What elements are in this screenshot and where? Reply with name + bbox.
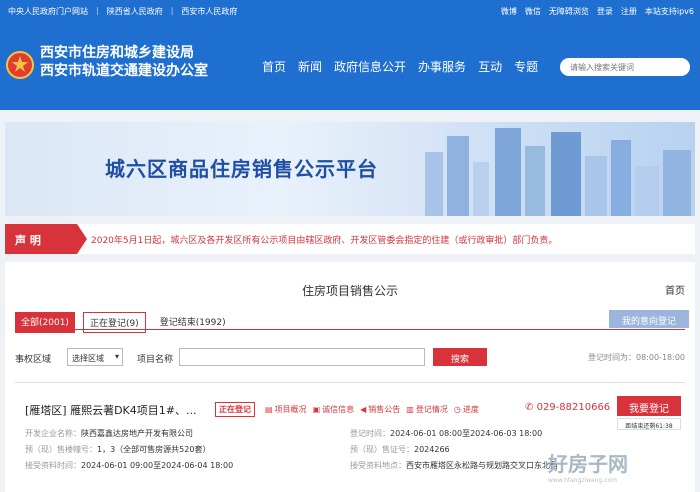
divider bbox=[15, 382, 685, 383]
notice-tag: 声 明 bbox=[5, 224, 87, 254]
registration-hours: 登记时间为：08:00-18:00 bbox=[588, 353, 685, 362]
project-title[interactable]: [雁塔区] 雁熙云著DK4项目1#、... bbox=[25, 402, 196, 418]
platform-banner: 城六区商品住房销售公示平台 bbox=[5, 122, 695, 216]
filter-row: 事权区域 选择区域 项目名称 搜索 登记时间为：08:00-18:00 bbox=[15, 346, 685, 370]
link-accessibility[interactable]: 无障碍浏览 bbox=[549, 6, 589, 17]
accept-time-info: 接受资料时间：2024-06-01 09:00至2024-06-04 18:00 bbox=[25, 461, 234, 470]
notice-text: 2020年5月1日起，城六区及各开发区所有公示项目由辖区政府、开发区管委会指定的… bbox=[91, 236, 558, 246]
progress-link[interactable]: ◷ 进度 bbox=[454, 404, 479, 415]
project-name-input[interactable] bbox=[179, 348, 425, 366]
credit-info-link[interactable]: ▣ 诚信信息 bbox=[313, 404, 355, 415]
watermark-cn: 好房子网 bbox=[548, 452, 628, 476]
presale-cert-info: 预（现）售证号：2024266 bbox=[350, 445, 450, 454]
document-icon: ▤ bbox=[265, 405, 273, 414]
ipv6-note: 本站支持ipv6 bbox=[644, 7, 694, 16]
registration-time-info: 登记时间：2024-06-01 08:00至2024-06-03 18:00 bbox=[350, 429, 543, 438]
top-utility-bar: 中央人民政府门户网站 | 陕西省人民政府 | 西安市人民政府 微博 微信 无障碍… bbox=[0, 0, 700, 22]
nav-interaction[interactable]: 互动 bbox=[478, 58, 502, 75]
nav-topics[interactable]: 专题 bbox=[514, 58, 538, 75]
banner-title: 城六区商品住房销售公示平台 bbox=[105, 157, 378, 181]
district-select[interactable]: 选择区域 bbox=[67, 348, 123, 366]
clock-icon: ◷ bbox=[453, 405, 461, 414]
developer-info: 开发企业名称：陕西嘉鑫达房地产开发有限公司 bbox=[25, 429, 193, 438]
district-label: 事权区域 bbox=[15, 355, 52, 365]
link-xian-gov[interactable]: 西安市人民政府 bbox=[181, 6, 237, 17]
site-watermark: 好房子网 www.hfangziwang.com bbox=[548, 448, 700, 492]
tab-underline bbox=[15, 329, 685, 330]
org-name[interactable]: 西安市住房和城乡建设局 西安市轨道交通建设办公室 bbox=[40, 44, 208, 80]
watermark-en: www.hfangziwang.com bbox=[548, 477, 618, 484]
nav-gov-info[interactable]: 政府信息公开 bbox=[334, 58, 406, 75]
org-name-line2: 西安市轨道交通建设办公室 bbox=[40, 63, 208, 79]
link-central-gov[interactable]: 中央人民政府门户网站 bbox=[8, 6, 88, 17]
separator: | bbox=[170, 6, 174, 15]
link-wechat[interactable]: 微信 bbox=[525, 6, 541, 17]
search-input[interactable] bbox=[560, 58, 690, 76]
project-name-label: 项目名称 bbox=[137, 355, 174, 365]
link-register[interactable]: 注册 bbox=[621, 6, 637, 17]
link-login[interactable]: 登录 bbox=[597, 6, 613, 17]
status-badge: 正在登记 bbox=[215, 402, 255, 417]
nav-home[interactable]: 首页 bbox=[262, 58, 286, 75]
search-button[interactable]: 搜索 bbox=[433, 348, 487, 366]
main-nav: 首页 新闻 政府信息公开 办事服务 互动 专题 bbox=[262, 58, 538, 75]
accept-place-info: 接受资料地点：西安市雁塔区永松路与规划路交叉口东北角 bbox=[350, 461, 558, 470]
my-intent-registration-button[interactable]: 我的意向登记 bbox=[609, 310, 689, 328]
notice-bar: 声 明 2020年5月1日起，城六区及各开发区所有公示项目由辖区政府、开发区管委… bbox=[5, 224, 695, 254]
project-links: ▤ 项目概况 ▣ 诚信信息 ◀ 销售公告 ▥ 登记情况 ◷ 进度 bbox=[265, 404, 479, 415]
register-button[interactable]: 我要登记 bbox=[617, 396, 681, 416]
project-overview-link[interactable]: ▤ 项目概况 bbox=[265, 404, 307, 415]
folder-icon: ▣ bbox=[312, 405, 321, 414]
home-link[interactable]: 首页 bbox=[665, 282, 685, 297]
national-emblem-icon bbox=[6, 51, 34, 79]
countdown-timer: 距结束还剩61:38 bbox=[617, 418, 681, 430]
chart-icon: ▥ bbox=[406, 405, 414, 414]
presale-buildings-info: 预（现）售楼幢号：1，3（全部可售房源共520套） bbox=[25, 445, 211, 454]
org-name-line1: 西安市住房和城乡建设局 bbox=[40, 45, 194, 61]
sales-notice-link[interactable]: ◀ 销售公告 bbox=[360, 404, 400, 415]
link-weibo[interactable]: 微博 bbox=[501, 6, 517, 17]
phone-icon: ✆ bbox=[525, 402, 534, 413]
registration-status-link[interactable]: ▥ 登记情况 bbox=[406, 404, 448, 415]
separator: | bbox=[96, 6, 99, 15]
speaker-icon: ◀ bbox=[360, 405, 367, 414]
nav-services[interactable]: 办事服务 bbox=[418, 58, 466, 75]
nav-news[interactable]: 新闻 bbox=[298, 58, 322, 75]
phone-number: ✆ 029-88210666 bbox=[525, 402, 611, 413]
panel-title: 住房项目销售公示 bbox=[301, 284, 398, 298]
link-shaanxi-gov[interactable]: 陕西省人民政府 bbox=[107, 6, 163, 17]
